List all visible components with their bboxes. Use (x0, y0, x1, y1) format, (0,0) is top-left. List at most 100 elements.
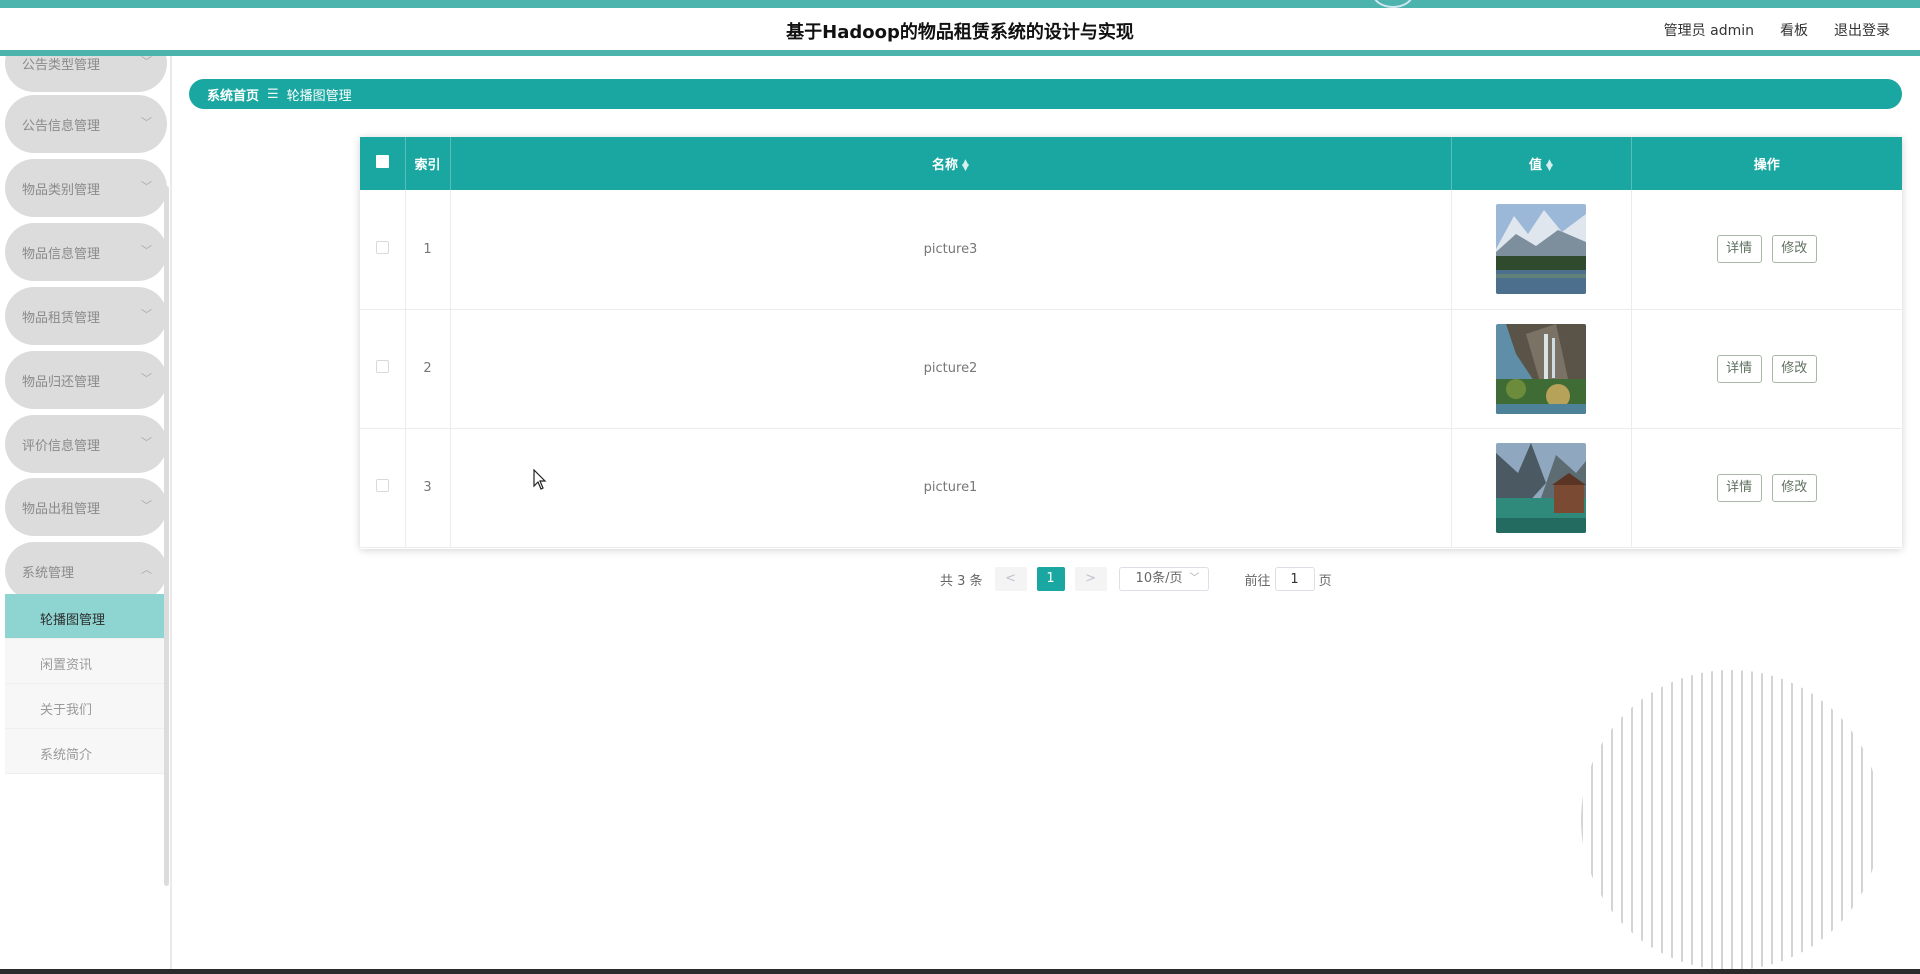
sidebar-menu-item-info[interactable]: 物品信息管理 ﹀ (5, 223, 167, 281)
breadcrumb-separator-icon: ☰ (267, 86, 279, 102)
row-name: picture1 (450, 428, 1452, 547)
sidebar-menu-notice-type[interactable]: 公告类型管理 ﹀ (5, 56, 167, 92)
sidebar: 公告类型管理 ﹀ 公告信息管理 ﹀ 物品类别管理 ﹀ 物品信息管理 ﹀ 物品租赁… (0, 56, 172, 974)
chevron-down-icon: ﹀ (141, 372, 152, 385)
table-row: 1 picture3 详情 修改 (360, 190, 1902, 309)
mouse-cursor-icon (533, 469, 547, 490)
sidebar-menu-label: 物品租赁管理 (22, 311, 101, 326)
sidebar-menu-item-lease-out[interactable]: 物品出租管理 ﹀ (5, 478, 167, 536)
row-index: 1 (405, 190, 451, 309)
detail-button[interactable]: 详情 (1716, 473, 1762, 502)
row-index: 3 (405, 428, 451, 547)
carousel-table: 索引 名称 ▲ ▼ 值 ▲ ▼ 操作 1 picture3 详情 修改 2 pi… (360, 137, 1902, 549)
goto-page: 前往 页 (1245, 567, 1332, 591)
header-actions: 管理员 admin 看板 退出登录 (1664, 20, 1890, 40)
row-select-cell (360, 190, 406, 309)
page-number-button[interactable]: 1 (1036, 567, 1065, 591)
sidebar-item-system-intro[interactable]: 系统简介 (5, 729, 167, 774)
sidebar-menu-label: 评价信息管理 (22, 439, 101, 454)
edit-button[interactable]: 修改 (1771, 473, 1817, 502)
column-header-name[interactable]: 名称 ▲ ▼ (450, 137, 1452, 190)
column-header-actions: 操作 (1753, 158, 1780, 173)
column-header-value[interactable]: 值 ▲ ▼ (1451, 137, 1632, 190)
waterfall-image[interactable] (1496, 323, 1586, 414)
breadcrumb: 系统首页 ☰ 轮播图管理 (189, 79, 1902, 109)
goto-page-input[interactable] (1274, 567, 1315, 591)
sidebar-scrollbar[interactable] (164, 186, 169, 886)
sidebar-menu-label: 物品出租管理 (22, 502, 101, 517)
table-row: 2 picture2 详情 修改 (360, 309, 1902, 428)
lake-boathouse-image[interactable] (1496, 442, 1586, 533)
row-select-cell (360, 309, 406, 428)
detail-button[interactable]: 详情 (1716, 354, 1762, 383)
sort-icon[interactable]: ▲ ▼ (1546, 158, 1553, 172)
chevron-down-icon: ﹀ (141, 436, 152, 449)
chevron-down-icon: ﹀ (141, 56, 152, 68)
table-header-row: 索引 名称 ▲ ▼ 值 ▲ ▼ 操作 (360, 137, 1902, 190)
goto-label: 前往 (1244, 573, 1271, 589)
sidebar-menu-item-category[interactable]: 物品类别管理 ﹀ (5, 159, 167, 217)
chevron-down-icon: ﹀ (141, 244, 152, 257)
sidebar-menu-label: 公告信息管理 (22, 119, 101, 134)
edit-button[interactable]: 修改 (1771, 235, 1817, 264)
mountain-lake-image[interactable] (1496, 204, 1586, 295)
chevron-down-icon: ﹀ (141, 116, 152, 129)
page-title: 基于Hadoop的物品租赁系统的设计与实现 (786, 22, 1134, 43)
header-bottom-strip (0, 50, 1920, 56)
row-index: 2 (405, 309, 451, 428)
row-checkbox[interactable] (375, 479, 389, 492)
sidebar-menu-label: 公告类型管理 (22, 58, 101, 73)
row-checkbox[interactable] (375, 360, 389, 373)
sidebar-menu-label: 物品归还管理 (22, 375, 101, 390)
column-header-value-label: 值 (1529, 158, 1543, 173)
sidebar-item-label: 闲置资讯 (40, 658, 93, 673)
sidebar-item-about-us[interactable]: 关于我们 (5, 684, 167, 729)
admin-user-label[interactable]: 管理员 admin (1664, 20, 1754, 40)
column-header-name-label: 名称 (932, 158, 959, 173)
row-select-cell (360, 428, 406, 547)
sidebar-item-carousel[interactable]: 轮播图管理 (5, 594, 167, 639)
select-all-checkbox[interactable] (375, 155, 389, 168)
pagination: 共 3 条 < 1 > 10条/页 ﹀ 前往 页 (940, 567, 1332, 591)
page-unit-label: 页 (1318, 573, 1332, 589)
row-image-cell (1451, 309, 1632, 428)
row-checkbox[interactable] (375, 240, 389, 254)
sidebar-menu-label: 物品信息管理 (22, 247, 101, 262)
sidebar-item-label: 轮播图管理 (40, 613, 106, 628)
row-name: picture3 (450, 190, 1452, 309)
prev-page-button[interactable]: < (994, 567, 1027, 591)
page-size-value: 10条/页 (1135, 571, 1183, 586)
row-image-cell (1451, 190, 1632, 309)
sort-icon[interactable]: ▲ ▼ (962, 158, 969, 172)
chevron-down-icon: ﹀ (141, 308, 152, 321)
header: 基于Hadoop的物品租赁系统的设计与实现 管理员 admin 看板 退出登录 (0, 8, 1920, 50)
sidebar-item-idle-news[interactable]: 闲置资讯 (5, 639, 167, 684)
chevron-up-icon: ︿ (141, 563, 152, 576)
sidebar-menu-item-return[interactable]: 物品归还管理 ﹀ (5, 351, 167, 409)
sidebar-menu-label: 物品类别管理 (22, 183, 101, 198)
sidebar-menu-review[interactable]: 评价信息管理 ﹀ (5, 415, 167, 473)
header-top-strip (0, 0, 1920, 8)
taskbar-strip (0, 969, 1920, 974)
sidebar-menu-label: 系统管理 (22, 566, 75, 581)
row-actions: 详情 修改 (1631, 309, 1902, 428)
decorative-striped-circle (1581, 670, 1873, 970)
sidebar-menu-system[interactable]: 系统管理 ︿ (5, 542, 167, 600)
sidebar-menu-item-rental[interactable]: 物品租赁管理 ﹀ (5, 287, 167, 345)
breadcrumb-current: 轮播图管理 (286, 88, 352, 104)
page-size-select[interactable]: 10条/页 ﹀ (1118, 567, 1209, 591)
chevron-down-icon: ﹀ (141, 499, 152, 512)
detail-button[interactable]: 详情 (1716, 235, 1762, 264)
dashboard-link[interactable]: 看板 (1780, 20, 1808, 40)
sidebar-menu-notice-info[interactable]: 公告信息管理 ﹀ (5, 95, 167, 153)
row-name: picture2 (450, 309, 1452, 428)
row-actions: 详情 修改 (1631, 428, 1902, 547)
row-image-cell (1451, 428, 1632, 547)
chevron-down-icon: ﹀ (1189, 573, 1200, 584)
edit-button[interactable]: 修改 (1771, 354, 1817, 383)
breadcrumb-home-link[interactable]: 系统首页 (207, 85, 259, 104)
next-page-button[interactable]: > (1074, 567, 1107, 591)
sidebar-item-label: 关于我们 (40, 703, 93, 718)
table-row: 3 picture1 详情 修改 (360, 428, 1902, 547)
logout-link[interactable]: 退出登录 (1834, 20, 1890, 40)
